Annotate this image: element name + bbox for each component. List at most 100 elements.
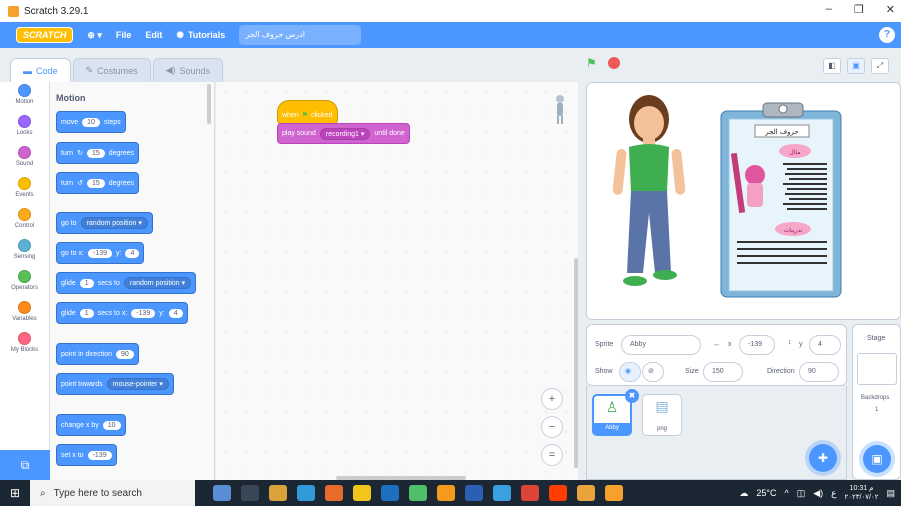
block-point-direction[interactable]: point in direction 90 [56,343,139,365]
tab-code[interactable]: ▬ Code [10,58,71,82]
stage-selector-pane[interactable]: Stage Backdrops 1 ▣ [852,324,901,480]
direction-input[interactable]: 90 [799,362,839,382]
illustrator-icon[interactable] [549,485,567,501]
stage-thumbnail[interactable] [857,353,897,385]
scratch-taskbar-icon[interactable] [605,485,623,501]
app-icon[interactable] [437,485,455,501]
maximize-button[interactable]: ❐ [854,3,864,16]
block-glide-to[interactable]: glide 1 secs to random position ▾ [56,272,197,294]
block-glide-xy[interactable]: glide 1 secs to x: -139 y: 4 [56,302,188,324]
keyboard-language[interactable]: ع [831,488,836,499]
task-view-icon[interactable] [241,485,259,501]
tab-costumes[interactable]: ✎ Costumes [72,58,151,82]
stop-button[interactable] [608,57,620,69]
chrome-icon[interactable] [521,485,539,501]
taskbar-search-box[interactable]: ⌕ Type here to search [30,480,195,506]
block-number-input[interactable]: 90 [115,349,134,359]
block-turn-left[interactable]: turn ↺ 15 degrees [56,172,140,194]
block-number-input[interactable]: -139 [131,308,156,318]
block-number-input[interactable]: 1 [79,308,94,318]
block-number-input[interactable]: -139 [87,450,112,460]
notifications-icon[interactable]: ▤ [886,488,895,499]
trash-icon[interactable]: ✖ [625,389,639,403]
word-icon[interactable] [465,485,483,501]
block-turn-right[interactable]: turn ↻ 15 degrees [56,142,140,164]
choose-sprite-button[interactable]: ✚ [809,444,837,472]
zoom-in-button[interactable]: + [541,388,563,410]
clock[interactable]: 10:31 م ٢٠٢٣/٠٧/٠٢ [845,484,879,502]
app-icon[interactable] [353,485,371,501]
temperature[interactable]: 25°C [756,488,776,498]
zoom-out-button[interactable]: − [541,416,563,438]
normal-stage-icon[interactable]: ▣ [847,58,865,74]
block-dropdown[interactable]: mouse-pointer ▾ [106,378,169,390]
block-go-to-xy[interactable]: go to x: -139 y: 4 [56,242,145,264]
block-change-x[interactable]: change x by 10 [56,414,126,436]
block-go-to[interactable]: go to random position ▾ [56,212,153,234]
network-icon[interactable]: ◫ [797,488,806,499]
language-menu[interactable]: ⊕ ▾ [87,30,102,41]
edit-menu[interactable]: Edit [145,30,162,40]
block-point-towards[interactable]: point towards mouse-pointer ▾ [56,373,174,395]
taskbar-widget-icon[interactable] [213,485,231,501]
project-title-input[interactable]: ادرس حروف الجر [239,25,362,45]
weather-icon[interactable]: ☁ [739,488,748,499]
block-dropdown[interactable]: random position ▾ [80,217,148,229]
small-stage-icon[interactable]: ◧ [823,58,841,74]
block-dropdown[interactable]: random position ▾ [123,277,192,289]
block-dropdown[interactable]: recording1 ▾ [319,127,371,140]
tutorials-menu[interactable]: ✺ Tutorials [176,30,225,41]
category-operators[interactable]: Operators [0,268,49,299]
zoom-reset-button[interactable]: = [541,444,563,466]
choose-backdrop-button[interactable]: ▣ [863,445,891,473]
scratch-logo[interactable]: SCRATCH [16,27,74,43]
workspace-vertical-scrollbar[interactable] [574,258,578,468]
size-input[interactable]: 150 [703,362,743,382]
chrome-icon[interactable] [577,485,595,501]
close-button[interactable]: ✕ [886,3,895,16]
block-number-input[interactable]: 15 [86,178,105,188]
stage-canvas[interactable]: حروف الجر مثال تدريبات [586,82,901,320]
y-position-input[interactable]: 4 [809,335,841,355]
help-icon[interactable]: ? [879,27,895,43]
block-number-input[interactable]: 4 [125,248,140,258]
category-control[interactable]: Control [0,206,49,237]
sprite-thumb-png[interactable]: ▤ png [642,394,682,436]
store-icon[interactable] [381,485,399,501]
tab-sounds[interactable]: ◀) Sounds [152,58,224,82]
windows-start-icon[interactable]: ⊞ [0,486,30,500]
hide-eye-icon[interactable]: ⊘ [642,362,664,382]
minimize-button[interactable]: – [826,3,832,16]
block-number-input[interactable]: 1 [79,278,94,288]
block-move-steps[interactable]: move 10 steps [56,111,126,133]
category-sensing[interactable]: Sensing [0,237,49,268]
block-number-input[interactable]: 10 [82,117,100,127]
edge-browser-icon[interactable] [297,485,315,501]
category-motion[interactable]: Motion [0,82,49,113]
file-manager-icon[interactable] [269,485,287,501]
palette-scrollbar[interactable] [207,84,211,124]
block-number-input[interactable]: 4 [168,308,183,318]
category-my-blocks[interactable]: My Blocks [0,330,49,361]
show-visible-eye-icon[interactable]: ◉ [619,362,641,382]
file-menu[interactable]: File [116,30,132,40]
add-extension-button[interactable]: ⧉ [0,450,50,480]
x-position-input[interactable]: -139 [739,335,775,355]
firefox-icon[interactable] [325,485,343,501]
category-sound[interactable]: Sound [0,144,49,175]
tray-arrow-icon[interactable]: ^ [784,488,788,498]
block-number-input[interactable]: 15 [86,148,105,158]
block-number-input[interactable]: -139 [87,248,112,258]
category-looks[interactable]: Looks [0,113,49,144]
block-set-x[interactable]: set x to -139 [56,444,117,466]
sprite-name-input[interactable]: Abby [621,335,701,355]
app-icon[interactable] [409,485,427,501]
block-number-input[interactable]: 10 [102,420,121,430]
telegram-icon[interactable] [493,485,511,501]
script-workspace[interactable]: when ⚑ clicked play sound recording1 ▾ u… [216,82,578,480]
category-events[interactable]: Events [0,175,49,206]
green-flag-button[interactable]: ⚑ [586,57,600,69]
block-play-sound-until-done[interactable]: play sound recording1 ▾ until done [277,123,410,144]
volume-icon[interactable]: ◀) [813,488,823,499]
block-when-flag-clicked[interactable]: when ⚑ clicked [277,100,338,124]
